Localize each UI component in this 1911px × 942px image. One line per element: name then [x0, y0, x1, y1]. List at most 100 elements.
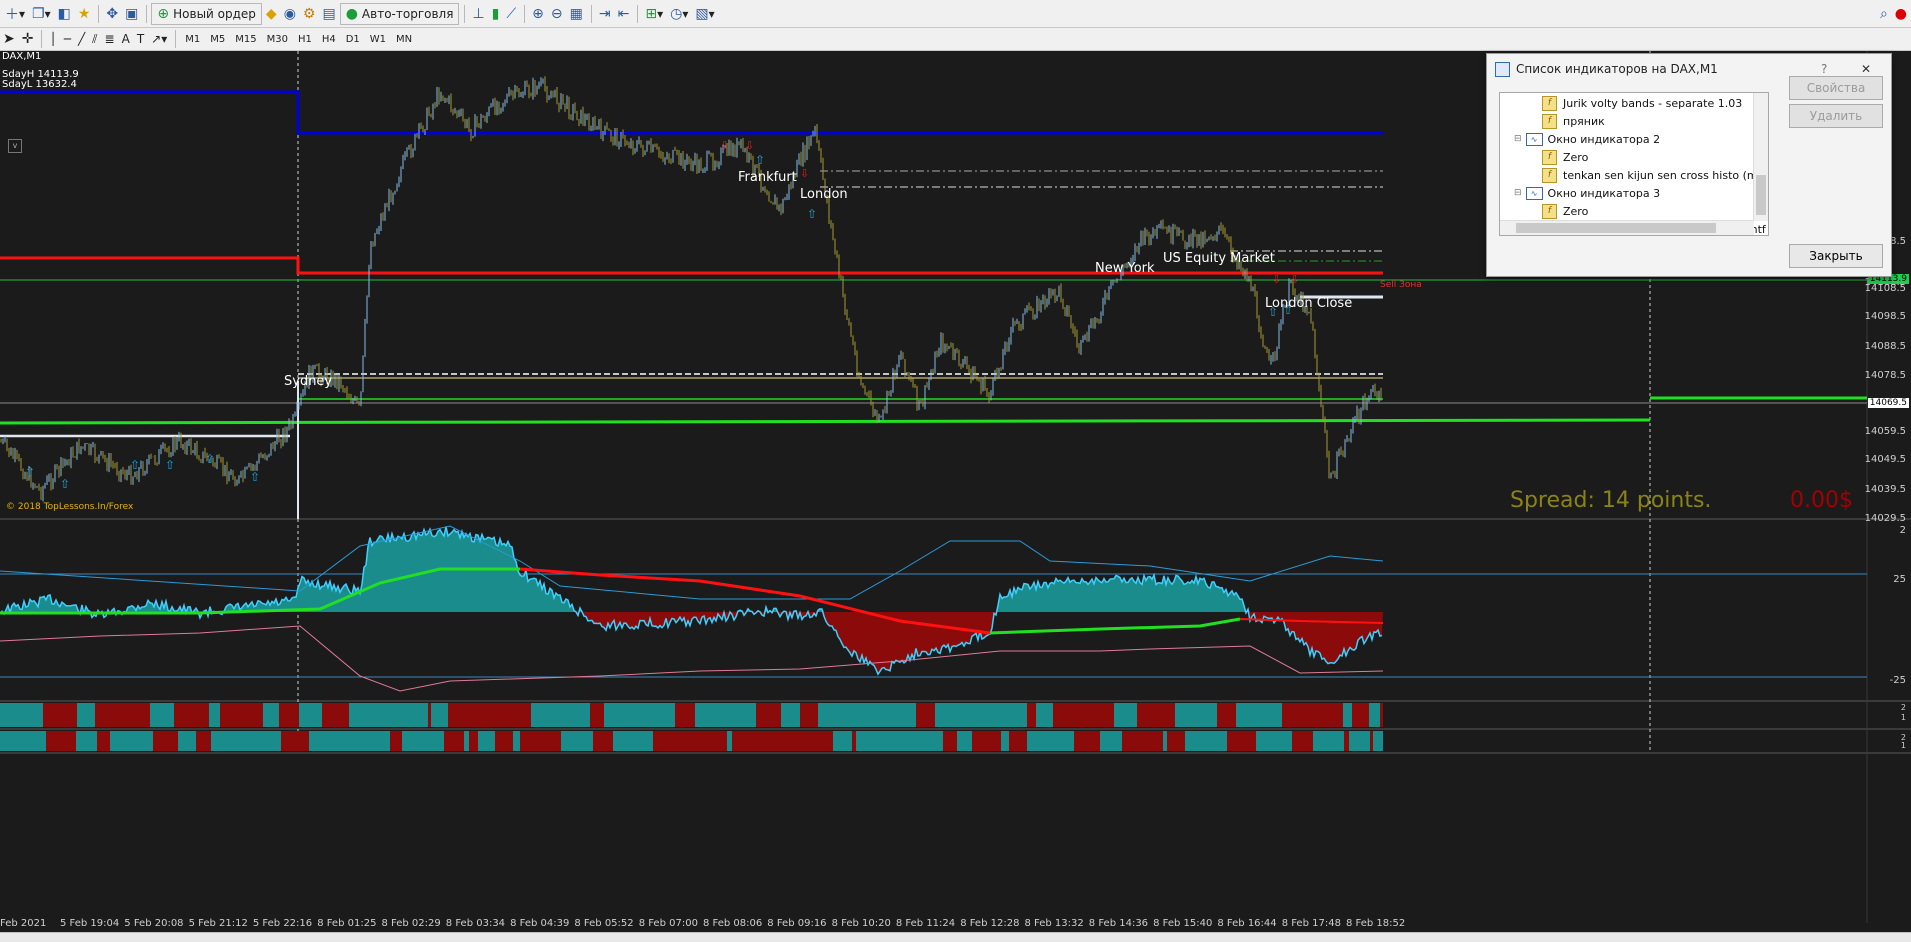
timeframe-m5[interactable]: M5 [205, 30, 230, 49]
indicator-tree[interactable]: f Jurik volty bands - separate 1.03 f пряни… [1499, 92, 1769, 236]
signals-icon[interactable]: ⚙ [300, 3, 319, 25]
zoom-out-icon[interactable]: ⊖ [548, 3, 566, 25]
histogram-bar [104, 703, 126, 727]
vscroll-thumb[interactable] [1756, 175, 1766, 215]
histogram-bar [1282, 703, 1302, 727]
histogram-bar [558, 703, 570, 727]
strategy-icon[interactable]: ◆ [263, 3, 280, 25]
tree-window-item[interactable]: ⊟ ∿ Окно индикатора 3 [1514, 184, 1660, 202]
crosshair-tool-icon[interactable]: ✛ [19, 28, 37, 50]
metaeditor-icon[interactable]: ◉ [281, 3, 299, 25]
histogram-bar [1163, 731, 1167, 751]
chart-button-icon[interactable]: v [8, 139, 22, 153]
support-level [0, 418, 1651, 425]
timeframe-d1[interactable]: D1 [341, 30, 365, 49]
tree-indicator-item[interactable]: f tenkan sen kijun sen cross histo (mtf +… [1542, 166, 1768, 184]
histogram-bar [420, 703, 428, 727]
zoom-in-icon[interactable]: ⊕ [529, 3, 547, 25]
indicator-window-icon: ∿ [1525, 132, 1543, 146]
search-icon[interactable]: ⌕ [1877, 3, 1891, 25]
indicators-icon[interactable]: ⊞ ▾ [642, 3, 666, 25]
histogram-bar [126, 703, 150, 727]
oscillator-tick-label: -25 [1889, 675, 1906, 686]
histogram-bar [43, 703, 64, 727]
tree-indicator-item[interactable]: f Zero [1542, 148, 1588, 166]
properties-button[interactable]: Свойства [1789, 76, 1883, 100]
chart-shift-icon[interactable]: ⇥ [596, 3, 614, 25]
histogram-tick-label: 1 [1900, 741, 1906, 750]
histogram-bar [778, 703, 781, 727]
timeframe-h4[interactable]: H4 [317, 30, 341, 49]
histogram-bar [322, 703, 335, 727]
hscroll-thumb[interactable] [1516, 223, 1716, 233]
histogram-bar [12, 703, 30, 727]
close-icon[interactable]: ✕ [1861, 62, 1891, 76]
market-icon[interactable]: ▤ [319, 3, 338, 25]
label-icon[interactable]: T [134, 28, 147, 50]
collapse-icon[interactable]: ⊟ [1514, 134, 1522, 144]
tree-item-label: Jurik volty bands - separate 1.03 [1563, 96, 1743, 110]
tree-indicator-item[interactable]: f Jurik volty bands - separate 1.03 [1542, 94, 1742, 112]
periods-icon[interactable]: ◷ ▾ [667, 3, 691, 25]
notifications-icon[interactable]: ● [1892, 3, 1910, 25]
line-chart-icon[interactable]: ⟋ [503, 3, 519, 25]
timeframe-h1[interactable]: H1 [293, 30, 317, 49]
autoscroll-icon[interactable]: ⇤ [615, 3, 633, 25]
price-tick-label: 14049.5 [1864, 454, 1906, 465]
text-icon[interactable]: A [119, 28, 133, 50]
histogram-bar [317, 731, 341, 751]
channel-icon[interactable]: ⫽ [89, 28, 100, 50]
price-tick-label: 14078.5 [1864, 370, 1906, 381]
trendline-icon[interactable]: ╱ [75, 28, 88, 50]
arrows-icon[interactable]: ↗▾ [148, 28, 170, 50]
price-tick-label: 14088.5 [1864, 341, 1906, 352]
timeframe-w1[interactable]: W1 [365, 30, 391, 49]
histogram-bar [211, 731, 231, 751]
histogram-bar [241, 703, 263, 727]
histogram-bar [732, 731, 755, 751]
tree-indicator-item[interactable]: f пряник [1542, 112, 1605, 130]
histogram-bar [854, 703, 857, 727]
histogram-bar [943, 731, 948, 751]
histogram-bar [95, 703, 104, 727]
chart-symbol-title: DAX,M1 [2, 51, 42, 62]
market-watch-icon[interactable]: ◧ [55, 3, 74, 25]
horizontal-line-icon[interactable]: ─ [61, 28, 74, 50]
tree-vscrollbar[interactable] [1753, 93, 1768, 221]
tile-windows-icon[interactable]: ▦ [567, 3, 586, 25]
histogram-bar [1062, 731, 1065, 751]
candles-icon[interactable]: ▮ [489, 3, 503, 25]
tree-hscrollbar[interactable] [1500, 220, 1754, 235]
close-button[interactable]: Закрыть [1789, 244, 1883, 268]
collapse-icon[interactable]: ⊟ [1514, 188, 1522, 198]
tree-indicator-item[interactable]: f Zero [1542, 202, 1588, 220]
histogram-bar [1185, 731, 1208, 751]
cursor-icon[interactable]: ➤ [0, 28, 18, 50]
tree-window-item[interactable]: ⊟ ∿ Окно индикатора 2 [1514, 130, 1660, 148]
osc-signal-green-2 [989, 617, 1241, 635]
fibo-icon[interactable]: ≣ [102, 28, 118, 50]
profiles-icon[interactable]: ❐ ▾ [29, 3, 54, 25]
timeframe-m1[interactable]: M1 [180, 30, 205, 49]
time-tick-label: 8 Feb 05:52 [574, 918, 634, 929]
new-order-button[interactable]: ⊕ Новый ордер [151, 2, 262, 25]
new-chart-icon[interactable]: ＋ ▾ [2, 3, 28, 25]
crosshair-icon[interactable]: ✥ [103, 3, 121, 25]
vertical-line-icon[interactable]: │ [46, 28, 59, 50]
bar-chart-icon[interactable]: ⊥ [469, 3, 487, 25]
time-tick-label: 5 Feb 21:12 [188, 918, 248, 929]
timeframe-m30[interactable]: M30 [262, 30, 293, 49]
buy-arrow-icon: ⇧ [25, 465, 35, 479]
timeframe-m15[interactable]: M15 [230, 30, 261, 49]
help-icon[interactable]: ? [1821, 62, 1861, 76]
terminal-icon[interactable]: ▣ [122, 3, 141, 25]
navigator-icon[interactable]: ★ [75, 3, 94, 25]
price-tick-label: 14108.5 [1864, 283, 1906, 294]
delete-button[interactable]: Удалить [1789, 104, 1883, 128]
histogram-bar [397, 703, 414, 727]
templates-icon[interactable]: ▧ ▾ [692, 3, 717, 25]
timeframe-mn[interactable]: MN [391, 30, 417, 49]
histogram-bar [972, 731, 981, 751]
auto-trading-button[interactable]: ● Авто-торговля [339, 2, 460, 25]
oscillator-tick-label: 2 [1899, 525, 1906, 536]
